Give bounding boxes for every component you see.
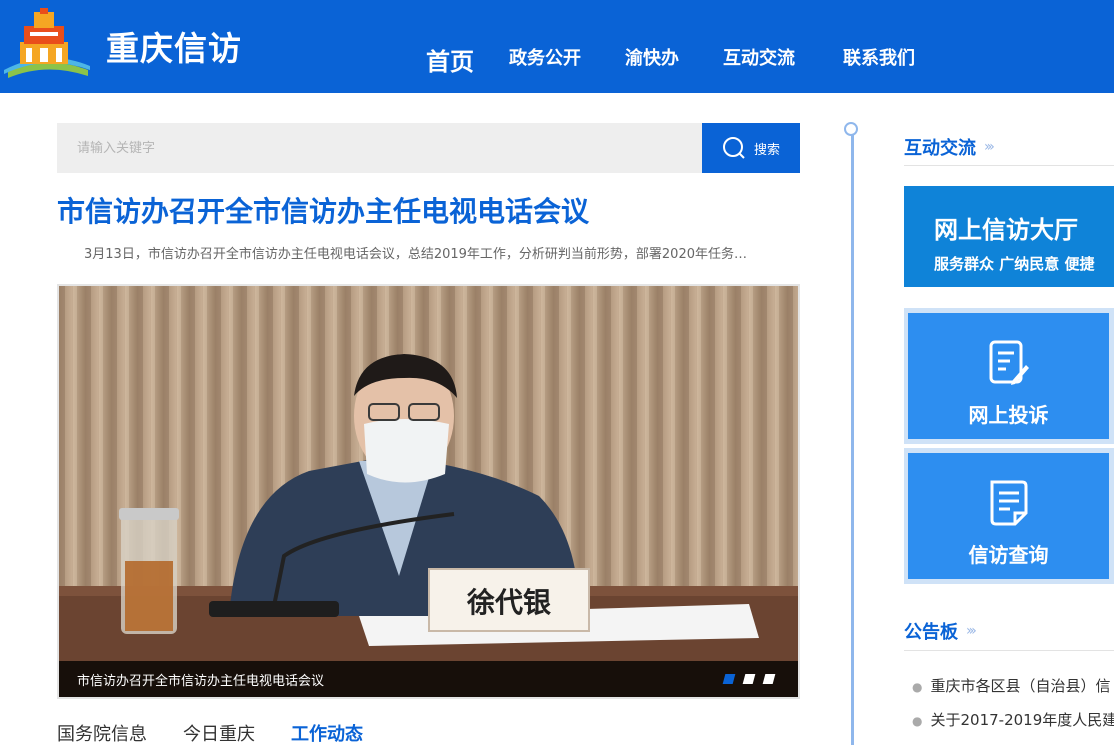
site-title[interactable]: 重庆信访	[106, 22, 242, 70]
double-chevron-icon: ›››	[984, 139, 995, 155]
notice-title-text: 公告板	[904, 622, 958, 643]
site-header: 重庆信访 首页 政务公开 渝快办 互动交流 联系我们	[0, 0, 1114, 93]
search-button-label: 搜索	[753, 142, 780, 158]
headline-title[interactable]: 市信访办召开全市信访办主任电视电话会议	[57, 190, 589, 230]
online-petition-hall-banner[interactable]: 网上信访大厅 服务群众 广纳民意 便捷	[904, 186, 1114, 287]
section-underline	[904, 650, 1114, 651]
slider-dots	[722, 674, 776, 684]
notice-text: 重庆市各区县（自治县）信	[930, 677, 1111, 695]
double-chevron-icon: ›››	[966, 623, 977, 639]
search-icon	[722, 137, 745, 159]
slider-dot-3[interactable]	[762, 674, 776, 684]
interaction-section-title[interactable]: 互动交流 ›››	[904, 134, 995, 160]
notice-text: 关于2017-2019年度人民建	[930, 711, 1114, 729]
news-tabs: 国务院信息 今日重庆 工作动态	[57, 720, 363, 746]
slide-caption-bar: 市信访办召开全市信访办主任电视电话会议	[59, 661, 798, 697]
slider-dot-1[interactable]	[722, 674, 736, 684]
nav-item-yukuaiban[interactable]: 渝快办	[625, 44, 679, 70]
petition-query-label: 信访查询	[968, 543, 1049, 567]
divider-knob	[844, 122, 858, 136]
tab-today-chongqing[interactable]: 今日重庆	[183, 720, 255, 746]
interaction-title-text: 互动交流	[904, 138, 976, 159]
tab-state-council[interactable]: 国务院信息	[57, 720, 147, 746]
bullet-dot-icon: ●	[912, 680, 923, 694]
tab-work-updates[interactable]: 工作动态	[291, 720, 363, 746]
slider-dot-2[interactable]	[742, 674, 756, 684]
bullet-dot-icon: ●	[912, 714, 923, 728]
slide-photo[interactable]: 徐代银	[59, 286, 798, 697]
petition-query-tile[interactable]: 信访查询	[904, 448, 1114, 584]
nav-item-government-affairs[interactable]: 政务公开	[509, 44, 581, 70]
headline-summary: 3月13日，市信访办召开全市信访办主任电视电话会议，总结2019年工作，分析研判…	[84, 247, 747, 262]
online-complaint-tile[interactable]: 网上投诉	[904, 308, 1114, 444]
site-logo-icon[interactable]	[2, 6, 90, 78]
hall-subtitle: 服务群众 广纳民意 便捷	[934, 255, 1095, 273]
notice-board-title[interactable]: 公告板 ›››	[904, 618, 977, 644]
petition-query-tile-body: 信访查询	[908, 453, 1109, 579]
nav-item-contact[interactable]: 联系我们	[843, 44, 915, 70]
notice-item[interactable]: ● 重庆市各区县（自治县）信	[912, 675, 1111, 696]
nav-item-home[interactable]: 首页	[426, 42, 474, 77]
hall-title: 网上信访大厅	[934, 216, 1078, 244]
section-underline	[904, 165, 1114, 166]
search-button[interactable]: 搜索	[702, 123, 800, 173]
document-query-icon	[990, 480, 1028, 526]
column-divider	[851, 130, 854, 745]
complaint-form-icon	[989, 340, 1029, 385]
notice-item[interactable]: ● 关于2017-2019年度人民建	[912, 709, 1114, 730]
news-slider[interactable]: 徐代银 市信访办召开全市信访办主任电视电话会议	[57, 284, 800, 699]
search-input[interactable]	[57, 123, 702, 173]
search-bar: 搜索	[57, 123, 800, 173]
online-complaint-label: 网上投诉	[968, 403, 1049, 427]
online-complaint-tile-body: 网上投诉	[908, 313, 1109, 439]
nameplate-text: 徐代银	[466, 586, 552, 619]
nav-item-interaction[interactable]: 互动交流	[723, 44, 795, 70]
slide-caption[interactable]: 市信访办召开全市信访办主任电视电话会议	[77, 670, 324, 689]
